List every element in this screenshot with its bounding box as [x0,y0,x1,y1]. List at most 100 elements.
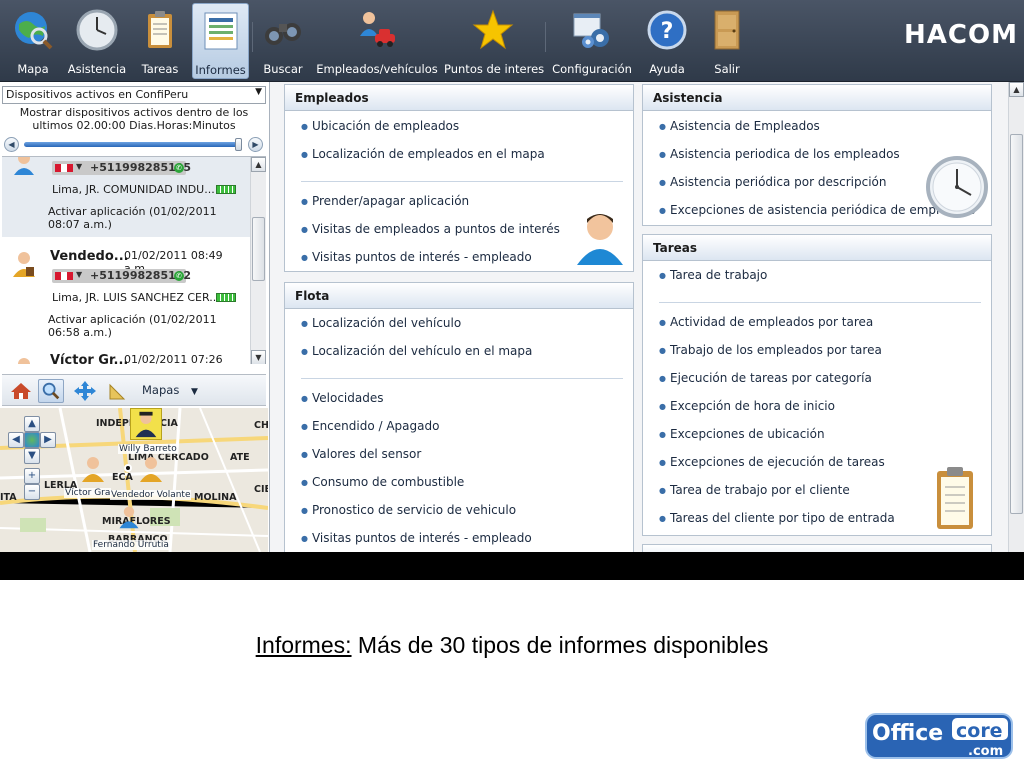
report-link[interactable]: Localización del vehículo en el mapa [301,344,532,358]
scroll-thumb[interactable] [252,217,265,281]
map-center-dot [124,464,132,472]
slider-track[interactable] [24,142,242,147]
toolbar-asistencia[interactable]: Asistencia [66,0,128,82]
map-label: MOLINA [194,492,237,503]
map-label: CIA [160,418,178,429]
scroll-thumb[interactable] [1010,134,1023,514]
logo-part2: core [956,720,1003,742]
person-marker-icon[interactable] [118,504,140,530]
device-date: 01/02/2011 07:26 a.m. [124,353,223,364]
report-link[interactable]: Encendido / Apagado [301,419,439,433]
door-icon [714,10,740,50]
pan-arrows-icon[interactable] [72,379,98,403]
gears-icon [573,13,609,48]
marker-label: Fernando Urrutia [92,540,170,550]
list-item[interactable]: ▼ +511998285195 ✆ Lima, JR. COMUNIDAD IN… [2,157,250,237]
globe-search-icon [15,12,53,50]
panel-title [643,545,991,552]
map-label: ITA [0,492,17,503]
report-link[interactable]: Excepciones de ubicación [659,427,825,441]
toolbar-puntos-de-interes[interactable]: Puntos de interes [444,0,544,82]
report-link[interactable]: Tareas del cliente por tipo de entrada [659,511,895,525]
device-filter-select[interactable]: Dispositivos activos en ConfiPeru ▼ [2,86,266,104]
report-link[interactable]: Tarea de trabajo [659,268,767,282]
report-link[interactable]: Trabajo de los empleados por tarea [659,343,882,357]
battery-icon [216,293,236,302]
pan-up-button[interactable]: ▲ [24,416,40,432]
toolbar-ayuda[interactable]: ? Ayuda [642,0,692,82]
report-link[interactable]: Consumo de combustible [301,475,464,489]
zoom-in-button[interactable]: + [24,468,40,484]
list-item[interactable]: Víctor Gr... 01/02/2011 07:26 a.m. [2,351,250,364]
toolbar-configuracion[interactable]: Configuración [550,0,634,82]
report-link[interactable]: Asistencia periódica por descripción [659,175,887,189]
content-scrollbar[interactable]: ▲ [1008,82,1024,552]
report-link[interactable]: Excepción de hora de inicio [659,399,835,413]
report-link[interactable]: Velocidades [301,391,384,405]
map-marker[interactable] [130,408,162,440]
brand-logo: HACOM [904,20,1018,50]
report-link[interactable]: Visitas puntos de interés - empleado [301,250,532,264]
toolbar-mapa[interactable]: Mapa [8,0,58,82]
person-car-icon [360,12,395,47]
report-link[interactable]: Localización del vehículo [301,316,461,330]
slider-thumb[interactable] [235,138,242,151]
pan-left-button[interactable]: ◀ [8,432,24,448]
report-link[interactable]: Localización de empleados en el mapa [301,147,545,161]
device-address: Lima, JR. COMUNIDAD INDU... [52,183,215,196]
report-link[interactable]: Ejecución de tareas por categoría [659,371,872,385]
report-link[interactable]: Asistencia de Empleados [659,119,820,133]
report-link[interactable]: Visitas puntos de interés - empleado [301,531,532,545]
toolbar-tareas[interactable]: Tareas [136,0,184,82]
salesman-icon [13,252,35,277]
map-view[interactable]: INDEPE CIA CH ATE LIMA CERCADO ECA LERLA… [0,408,268,552]
toolbar-label: Configuración [552,62,632,76]
star-icon [472,9,514,50]
ruler-icon[interactable] [106,379,132,403]
scroll-up-button[interactable]: ▲ [1009,82,1024,97]
toolbar-informes[interactable]: Informes [192,3,249,79]
report-link[interactable]: Tarea de trabajo por el cliente [659,483,850,497]
map-type-menu[interactable]: Mapas ▼ [142,383,198,397]
slider-right-button[interactable]: ▶ [248,137,263,152]
report-link[interactable]: Actividad de empleados por tarea [659,315,873,329]
report-link[interactable]: Pronostico de servicio de vehiculo [301,503,516,517]
globe-icon[interactable] [24,432,40,448]
scroll-up-button[interactable]: ▲ [251,157,266,172]
magnifier-icon [42,382,60,400]
list-item[interactable]: Vendedo... 01/02/2011 08:49 a.m. ▼ +5119… [2,241,250,347]
slider-left-button[interactable]: ◀ [4,137,19,152]
phone-icon: ✆ [174,271,184,281]
home-icon[interactable] [8,379,34,403]
chevron-down-icon: ▼ [255,87,262,97]
device-list-scrollbar[interactable]: ▲ ▼ [250,157,266,364]
report-link[interactable]: Prender/apagar aplicación [301,194,469,208]
pan-right-button[interactable]: ▶ [40,432,56,448]
toolbar-empleados-vehiculos[interactable]: Empleados/vehículos [316,0,438,82]
peru-flag-icon [55,272,73,280]
binoculars-icon [265,23,301,45]
report-link[interactable]: Excepciones de ejecución de tareas [659,455,885,469]
logo-part1: Office [872,721,943,746]
toolbar-buscar[interactable]: Buscar [258,0,308,82]
scroll-down-button[interactable]: ▼ [251,350,266,364]
divider [659,302,981,303]
panel-title: Empleados [285,85,633,111]
report-link[interactable]: Valores del sensor [301,447,421,461]
marker-label: Willy Barreto [118,444,178,454]
zoom-tool-button[interactable] [38,379,64,403]
black-bar [0,552,1024,580]
report-icon [204,12,237,50]
report-link[interactable]: Asistencia periodica de los empleados [659,147,900,161]
report-link[interactable]: Ubicación de empleados [301,119,459,133]
time-range-slider[interactable]: ◀ ▶ [2,137,266,153]
clock-icon [76,9,118,51]
salesman-marker-icon[interactable] [80,454,106,484]
zoom-out-button[interactable]: − [24,484,40,500]
pan-down-button[interactable]: ▼ [24,448,40,464]
slide-caption: Informes: Más de 30 tipos de informes di… [0,632,1024,659]
toolbar-salir[interactable]: Salir [704,0,750,82]
salesman-marker-icon[interactable] [138,454,164,484]
clipboard-icon [937,467,973,529]
report-link[interactable]: Visitas de empleados a puntos de interés [301,222,560,236]
